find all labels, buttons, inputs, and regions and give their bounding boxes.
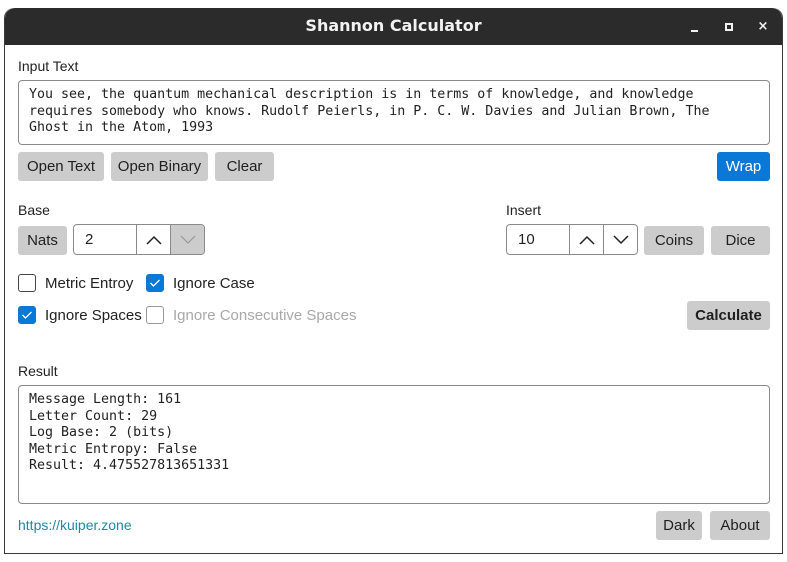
chevron-up-icon [578, 235, 595, 245]
title-bar[interactable]: Shannon Calculator × [5, 8, 782, 45]
result-text-area[interactable]: Message Length: 161 Letter Count: 29 Log… [18, 385, 770, 504]
insert-label: Insert [506, 202, 542, 218]
checkmark-icon [150, 279, 160, 287]
ignore-spaces-label: Ignore Spaces [45, 306, 142, 324]
ignore-spaces-checkbox[interactable]: Ignore Spaces [18, 306, 142, 324]
input-text-label: Input Text [18, 58, 79, 74]
checkmark-icon [22, 311, 32, 319]
about-button[interactable]: About [710, 511, 770, 540]
chevron-down-icon [180, 235, 195, 244]
base-increment-button[interactable] [136, 225, 170, 254]
metric-entropy-label: Metric Entroy [45, 274, 134, 292]
ignore-case-label: Ignore Case [173, 274, 255, 292]
calculate-button[interactable]: Calculate [687, 301, 770, 330]
dark-button[interactable]: Dark [656, 511, 702, 540]
main-window: Shannon Calculator × Input Text You see,… [4, 8, 783, 554]
base-label: Base [18, 202, 50, 218]
base-value-input[interactable]: 2 [74, 225, 136, 254]
result-label: Result [18, 363, 58, 379]
wrap-button[interactable]: Wrap [717, 152, 770, 181]
close-button[interactable]: × [753, 17, 773, 37]
ignore-consecutive-spaces-checkbox[interactable]: Ignore Consecutive Spaces [146, 306, 356, 324]
insert-spinner: 10 [506, 224, 638, 255]
clear-button[interactable]: Clear [215, 152, 274, 181]
chevron-up-icon [145, 235, 162, 245]
metric-entropy-checkbox[interactable]: Metric Entroy [18, 274, 133, 292]
insert-increment-button[interactable] [569, 225, 603, 254]
base-decrement-button[interactable] [170, 225, 204, 254]
checkbox-box [18, 274, 36, 292]
minimize-button[interactable] [685, 17, 705, 37]
ignore-consecutive-spaces-label: Ignore Consecutive Spaces [173, 306, 357, 324]
insert-value-input[interactable]: 10 [507, 225, 569, 254]
open-binary-button[interactable]: Open Binary [111, 152, 208, 181]
ignore-case-checkbox[interactable]: Ignore Case [146, 274, 255, 292]
input-text-area[interactable]: You see, the quantum mechanical descript… [18, 80, 770, 145]
open-text-button[interactable]: Open Text [18, 152, 104, 181]
insert-decrement-button[interactable] [603, 225, 637, 254]
checkbox-box [146, 306, 164, 324]
window-title: Shannon Calculator [305, 16, 482, 35]
maximize-button[interactable] [719, 17, 739, 37]
checkbox-box [18, 306, 36, 324]
checkbox-box [146, 274, 164, 292]
dice-button[interactable]: Dice [711, 226, 770, 255]
website-link[interactable]: https://kuiper.zone [18, 517, 132, 533]
nats-button[interactable]: Nats [18, 226, 67, 255]
coins-button[interactable]: Coins [644, 226, 704, 255]
chevron-down-icon [612, 234, 629, 244]
base-spinner: 2 [73, 224, 205, 255]
